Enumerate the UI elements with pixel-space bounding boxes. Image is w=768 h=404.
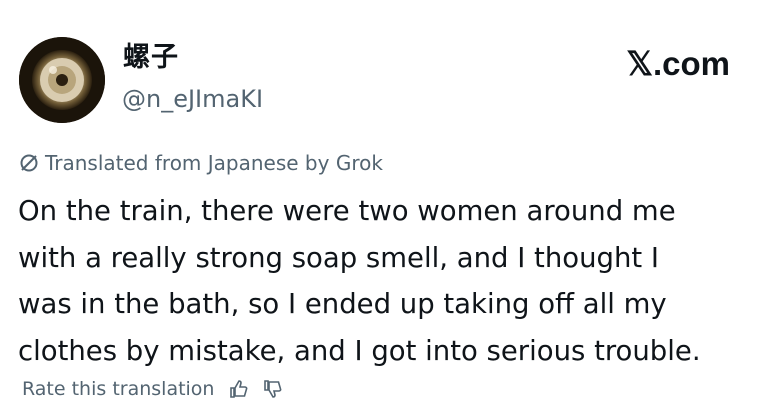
post-line: On the train, there were two women aroun… [18,195,676,227]
display-name[interactable]: 螺子 [123,44,179,71]
translation-label: Translated from Japanese by Grok [45,151,383,175]
avatar-image [19,37,105,123]
x-logo: 𝕏.com [626,45,730,82]
rate-translation-label: Rate this translation [22,378,215,400]
translation-notice: Translated from Japanese by Grok [18,152,383,174]
post-text: On the train, there were two women aroun… [18,188,758,374]
post-line: clothes by mistake, and I got into serio… [18,334,701,367]
thumbs-up-icon[interactable] [228,379,248,399]
translate-slash-icon [18,152,40,174]
post-line: was in the bath, so I ended up taking of… [18,288,667,320]
thumbs-down-icon[interactable] [262,379,282,399]
avatar[interactable] [19,37,105,123]
user-handle[interactable]: @n_eJImaKI [122,87,263,111]
post-line: with a really strong soap smell, and I t… [18,241,660,274]
rate-translation-row: Rate this translation [22,378,282,400]
